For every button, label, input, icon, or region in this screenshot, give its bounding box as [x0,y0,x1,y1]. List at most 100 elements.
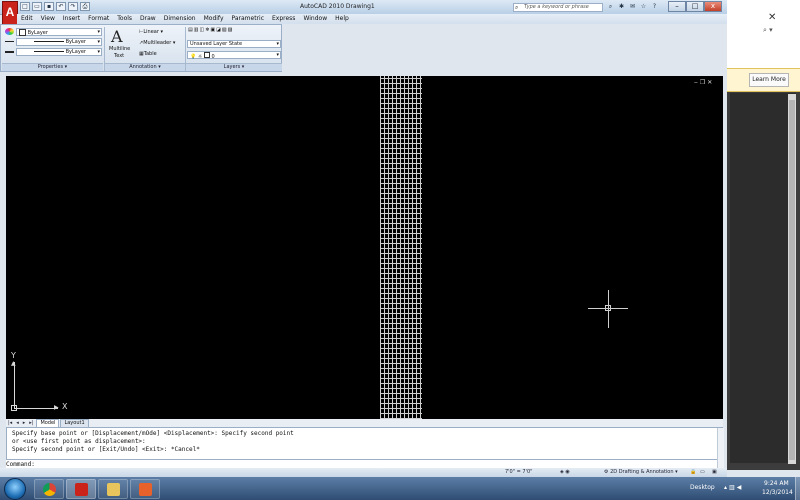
save-icon[interactable]: ▪ [44,2,54,11]
menu-express[interactable]: Express [268,14,299,24]
subscription-icon[interactable]: ✱ [617,2,626,11]
menu-draw[interactable]: Draw [136,14,160,24]
ucs-icon [14,408,58,409]
menu-window[interactable]: Window [299,14,331,24]
maximize-button[interactable]: □ [686,1,704,12]
layer-tools: ▤ ▥ ◫ ❄ ▣ ◪ ▧ ▨ [188,27,232,33]
learn-more-button[interactable]: Learn More [749,73,789,87]
color-dropdown[interactable]: ByLayer ▾ [16,28,102,36]
lock-icon[interactable]: 🔒 [690,469,696,475]
layer-walk-icon[interactable]: ▨ [228,27,233,33]
workspace-switcher[interactable]: ⚙ 2D Drafting & Annotation ▾ [604,469,678,475]
layer-properties-icon[interactable]: ▤ [188,27,193,33]
volume-icon[interactable]: ◀ [737,484,744,491]
chevron-down-icon: ▾ [276,41,279,47]
multiline-text-label-2[interactable]: Text [114,53,124,59]
network-icon[interactable]: ▥ [729,484,737,491]
properties-panel-title[interactable]: Properties ▾ [2,63,103,71]
linetype-icon [5,41,14,42]
annotation-visibility-icon[interactable]: ◈ ◉ [560,469,570,475]
chevron-down-icon: ▾ [276,52,279,58]
undo-icon[interactable]: ↶ [56,2,66,11]
layer-freeze-icon[interactable]: ❄ [205,27,209,33]
clock-time[interactable]: 9:24 AM [764,480,789,487]
open-icon[interactable]: ▭ [32,2,42,11]
search-icon[interactable]: ⌕ [606,2,615,11]
layer-lock-icon[interactable]: ▣ [210,27,215,33]
multileader-button[interactable]: ↗Multileader ▾ [139,40,175,46]
desktop-toolbar[interactable]: Desktop [690,484,715,491]
taskbar-chrome[interactable] [34,479,64,499]
close-button[interactable]: x [704,1,722,12]
layer-previous-icon[interactable]: ▧ [222,27,227,33]
close-icon[interactable]: ✕ [707,79,714,86]
show-desktop-button[interactable] [795,477,800,500]
annotation-scale[interactable]: 7'0" = 7'0" [505,469,532,475]
favorites-icon[interactable]: ☆ [639,2,648,11]
window-title: AutoCAD 2010 Drawing1 [300,3,375,10]
linear-label: Linear [143,29,159,35]
layer-state-dropdown[interactable]: Unsaved Layer State ▾ [187,40,281,48]
multiline-text-icon[interactable]: A [111,27,123,46]
plot-icon[interactable]: ⎙ [80,2,90,11]
viewport-controls[interactable]: ‒❐✕ [694,79,714,86]
system-tray[interactable]: ▴▥◀ [724,484,743,491]
tab-first-button[interactable]: |◂ [6,420,14,426]
menu-parametric[interactable]: Parametric [228,14,269,24]
search-icon: ⌕ [515,4,519,11]
drawing-canvas[interactable] [6,76,723,419]
menu-format[interactable]: Format [84,14,113,24]
lineweight-dropdown[interactable]: ByLayer ▾ [16,48,102,56]
panel-title-label: Properties [37,64,64,70]
clean-screen-icon[interactable]: ▣ [712,469,717,475]
pickbox [605,305,611,311]
ucs-y-label: Y [11,351,16,360]
layer-dropdown[interactable]: 💡 ☼ 0 ▾ [187,51,281,60]
application-menu-button[interactable]: A [2,1,18,25]
start-button[interactable] [4,478,26,500]
taskbar-autocad[interactable] [66,479,96,499]
menu-edit[interactable]: Edit [17,14,37,24]
layout-tabs: |◂ ◂ ▸ ▸| Model Layout1 [6,418,723,428]
menu-tools[interactable]: Tools [113,14,136,24]
minimize-button[interactable]: – [668,1,686,12]
menu-bar: Edit View Insert Format Tools Draw Dimen… [17,14,727,24]
layer-iso-icon[interactable]: ▥ [194,27,199,33]
chevron-down-icon: ▾ [97,39,100,45]
linetype-dropdown[interactable]: ByLayer ▾ [16,38,102,46]
multiline-text-label[interactable]: Multiline [109,46,130,52]
clock-date[interactable]: 12/3/2014 [762,489,793,496]
table-label: Table [143,51,157,57]
tab-last-button[interactable]: ▸| [27,420,35,426]
close-icon[interactable]: ✕ [768,12,776,23]
current-layer-value: 0 [211,54,215,60]
background-window-content [730,93,796,463]
help-icon[interactable]: ? [650,2,659,11]
autocad-icon [75,483,88,496]
search-input[interactable]: Type a keyword or phrase [513,3,603,12]
layer-color-icon [203,52,210,58]
panel-title-label: Layers [223,64,241,70]
layer-off-icon[interactable]: ◫ [199,27,204,33]
command-scrollbar[interactable] [717,428,724,468]
linear-dimension-button[interactable]: ⊢Linear ▾ [139,29,163,35]
toolbar-lock-icon[interactable]: ▭ [700,469,705,475]
menu-view[interactable]: View [37,14,59,24]
layers-panel-title[interactable]: Layers ▾ [186,63,282,71]
menu-help[interactable]: Help [331,14,353,24]
taskbar-explorer[interactable] [98,479,128,499]
search-icon[interactable]: ⌕ ▾ [763,26,773,35]
communication-icon[interactable]: ✉ [628,2,637,11]
annotation-panel-title[interactable]: Annotation ▾ [105,63,185,71]
menu-dimension[interactable]: Dimension [160,14,200,24]
scrollbar-thumb[interactable] [789,100,795,460]
taskbar-office[interactable] [130,479,160,499]
new-icon[interactable]: □ [20,2,30,11]
menu-modify[interactable]: Modify [200,14,228,24]
layer-match-icon[interactable]: ◪ [216,27,221,33]
menu-insert[interactable]: Insert [59,14,84,24]
redo-icon[interactable]: ↷ [68,2,78,11]
color-swatch-icon [19,29,26,36]
folder-icon [107,483,120,496]
table-button[interactable]: ▦Table [139,51,157,57]
